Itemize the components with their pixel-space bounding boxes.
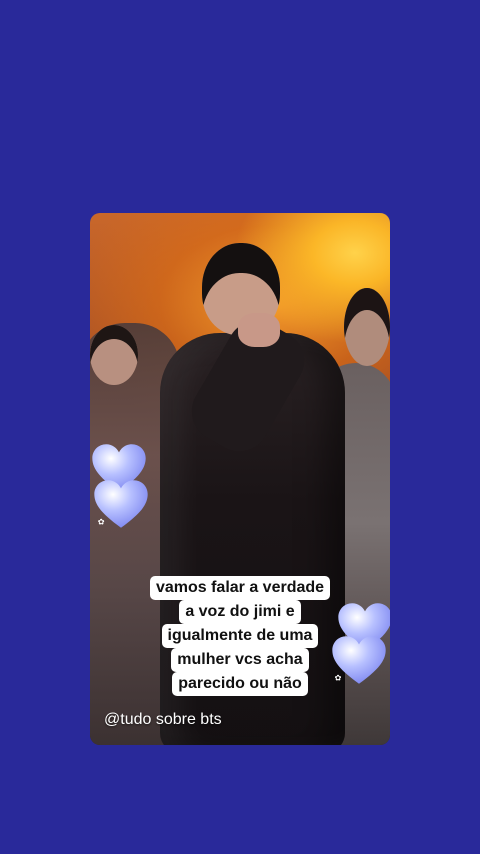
main-performer-hand (238, 313, 280, 347)
caption-line: igualmente de uma (161, 624, 319, 648)
caption-line: a voz do jimi e (179, 600, 301, 624)
heart-sticker-icon: ✿ (92, 475, 150, 533)
svg-text:✿: ✿ (98, 516, 105, 526)
caption-line: vamos falar a verdade (149, 576, 331, 600)
caption-line: parecido ou não (172, 672, 308, 696)
account-handle: @tudo sobre bts (104, 711, 222, 728)
background-performer-left-head (90, 325, 138, 385)
caption-line: mulher vcs acha (171, 648, 309, 672)
caption-text-block: vamos falar a verdade a voz do jimi e ig… (90, 576, 390, 696)
story-card[interactable]: ✿ ✿ vamos falar a verdade a voz do jimi … (90, 213, 390, 745)
background-performer-right-head (344, 288, 390, 366)
